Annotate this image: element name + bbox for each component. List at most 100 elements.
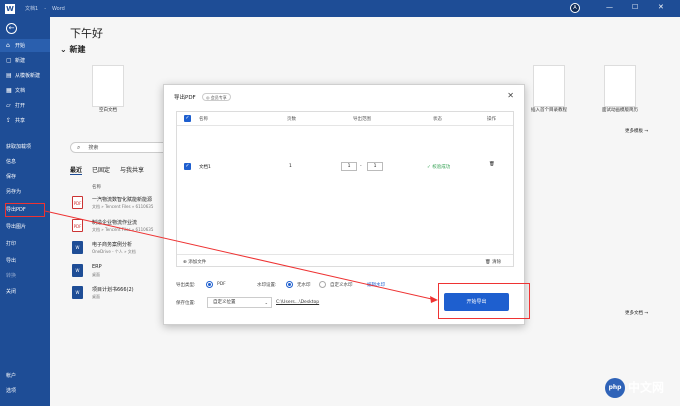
sidebar-item-share[interactable]: ⇪ 共享 [0, 114, 50, 127]
pdf-file-icon: PDF [72, 219, 83, 232]
header-range: 导出范围 [353, 117, 371, 122]
sidebar-item-transform: 转换 [6, 273, 17, 279]
sidebar-item-account[interactable]: 帐户 [0, 369, 50, 382]
template-resume[interactable] [604, 65, 636, 107]
back-arrow-icon[interactable]: ← [6, 23, 17, 34]
sidebar-item-save-as[interactable]: 另存为 [0, 185, 50, 198]
sidebar-item-get-addins[interactable]: 获取加载项 [0, 140, 50, 153]
watermark-label: 水印设置: [257, 283, 277, 288]
file-name: ERP [92, 264, 102, 270]
template-label-blank: 空白文档 [99, 108, 117, 113]
add-file-button[interactable]: ⊕ 添加文件 [183, 259, 206, 265]
file-path: OneDrive - 个人 » 文档 [92, 249, 136, 254]
column-header-name: 名称 [92, 185, 101, 190]
save-location-select[interactable]: 自定义位置 ⌄ [207, 297, 272, 308]
edit-watermark-link[interactable]: 编辑水印 [367, 282, 385, 288]
export-type-value: PDF [217, 282, 226, 287]
sidebar-item-label: 新建 [15, 58, 26, 64]
header-name: 名称 [199, 117, 208, 122]
range-to-input[interactable]: 1 [367, 162, 383, 171]
file-path: 桌面 [92, 294, 100, 299]
annotation-box-export-pdf [5, 203, 45, 217]
row-checkbox[interactable]: ✓ [184, 163, 191, 170]
file-path: 文档 » Tencent Files » 6110635 [92, 204, 154, 209]
sidebar-item-open[interactable]: ▱ 打开 [0, 99, 50, 112]
tab-shared[interactable]: 与我共享 [120, 165, 144, 175]
file-name: 电子商务案例分析 [92, 242, 133, 248]
header-actions: 操作 [487, 117, 496, 122]
sidebar-item-documents[interactable]: ▦ 文档 [0, 84, 50, 97]
minimize-button[interactable]: — [606, 3, 613, 11]
site-watermark-logo: php 中文网 [605, 378, 664, 398]
close-icon[interactable]: ✕ [507, 91, 514, 100]
file-path: 文档 » Tencent Files » 6110635 [92, 227, 154, 232]
search-input[interactable]: ⌕ 搜索 [70, 142, 170, 153]
save-path-link[interactable]: C:\Users...\Desktop [276, 300, 319, 305]
export-type-radio-pdf[interactable] [206, 281, 213, 288]
range-from-input[interactable]: 1 [341, 162, 357, 171]
search-placeholder: 搜索 [88, 145, 99, 151]
sidebar-item-export-image[interactable]: 导出图片 [0, 220, 50, 233]
file-path: 桌面 [92, 272, 100, 277]
file-tabs: 最近 已固定 与我共享 [70, 165, 154, 175]
user-avatar[interactable]: A [570, 3, 580, 13]
sidebar-item-new-from-template[interactable]: ▤ 从模板新建 [0, 69, 50, 82]
file-table: ✓ 名称 页数 导出范围 状态 操作 ✓ 文档1 1 1 - 1 ✓ 校验成功 … [176, 111, 514, 267]
close-window-button[interactable]: ✕ [658, 3, 664, 11]
tab-recent[interactable]: 最近 [70, 165, 83, 175]
word-file-icon: W [72, 241, 83, 254]
new-section-title[interactable]: ⌄ 新建 [60, 44, 86, 55]
chevron-down-icon: ⌄ [264, 300, 268, 305]
file-name: 一汽物流数智化赋能新能源 [92, 197, 153, 203]
clear-button[interactable]: 🗑 清除 [485, 259, 501, 265]
maximize-button[interactable]: ☐ [632, 3, 638, 11]
table-footer: ⊕ 添加文件 🗑 清除 [177, 254, 513, 267]
sidebar-item-label: 打开 [15, 103, 26, 109]
row-pages: 1 [289, 164, 292, 169]
member-badge: ◎ 会员专享 [202, 93, 231, 101]
sidebar-item-label: 开始 [15, 43, 26, 49]
sidebar-item-close[interactable]: 关闭 [0, 285, 50, 298]
sidebar-item-options[interactable]: 选项 [0, 384, 50, 397]
word-file-icon: W [72, 264, 83, 277]
sidebar-item-new[interactable]: ▢ 新建 [0, 54, 50, 67]
sidebar-item-print[interactable]: 打印 [0, 237, 50, 250]
pdf-file-icon: PDF [72, 196, 83, 209]
sidebar-item-label: 共享 [15, 118, 26, 124]
more-templates-link[interactable]: 更多模板 → [625, 128, 648, 134]
sidebar-item-info[interactable]: 信息 [0, 155, 50, 168]
new-section-label: 新建 [69, 45, 86, 54]
tab-pinned[interactable]: 已固定 [92, 165, 110, 175]
template-toc[interactable] [533, 65, 565, 107]
sidebar-item-label: 从模板新建 [15, 73, 41, 79]
sidebar-item-home[interactable]: ⌂ 开始 [0, 39, 50, 52]
template-icon: ▤ [6, 72, 12, 79]
header-pages: 页数 [287, 117, 296, 122]
sidebar-item-export[interactable]: 导出 [0, 254, 50, 267]
save-location-label: 保存位置: [176, 301, 196, 306]
document-name: 文档1 [25, 6, 39, 12]
status-badge: ✓ 校验成功 [427, 165, 451, 170]
file-name: 项目计划书666(2) [92, 287, 134, 293]
table-header: ✓ 名称 页数 导出范围 状态 操作 [177, 112, 513, 126]
page-greeting: 下午好 [70, 27, 103, 40]
watermark-none-radio[interactable] [286, 281, 293, 288]
template-blank[interactable] [92, 65, 124, 107]
share-icon: ⇪ [6, 117, 12, 124]
site-watermark-text: 中文网 [628, 380, 665, 395]
watermark-none-label: 无水印 [297, 283, 311, 288]
delete-icon[interactable]: 🗑 [489, 162, 495, 167]
row-file-name: 文档1 [199, 165, 211, 170]
folder-open-icon: ▱ [6, 102, 11, 109]
more-documents-link[interactable]: 更多文档 → [625, 310, 648, 316]
range-dash: - [360, 164, 362, 169]
documents-icon: ▦ [6, 87, 12, 94]
dialog-title: 导出PDF [174, 95, 196, 101]
watermark-custom-radio[interactable] [319, 281, 326, 288]
sidebar-item-save[interactable]: 保存 [0, 170, 50, 183]
export-type-label: 导出类型: [176, 283, 196, 288]
watermark-custom-label: 自定义水印 [330, 283, 353, 288]
save-location-value: 自定义位置 [213, 300, 236, 305]
select-all-checkbox[interactable]: ✓ [184, 115, 191, 122]
template-label-resume: 面试动画模版简历 [602, 108, 638, 113]
